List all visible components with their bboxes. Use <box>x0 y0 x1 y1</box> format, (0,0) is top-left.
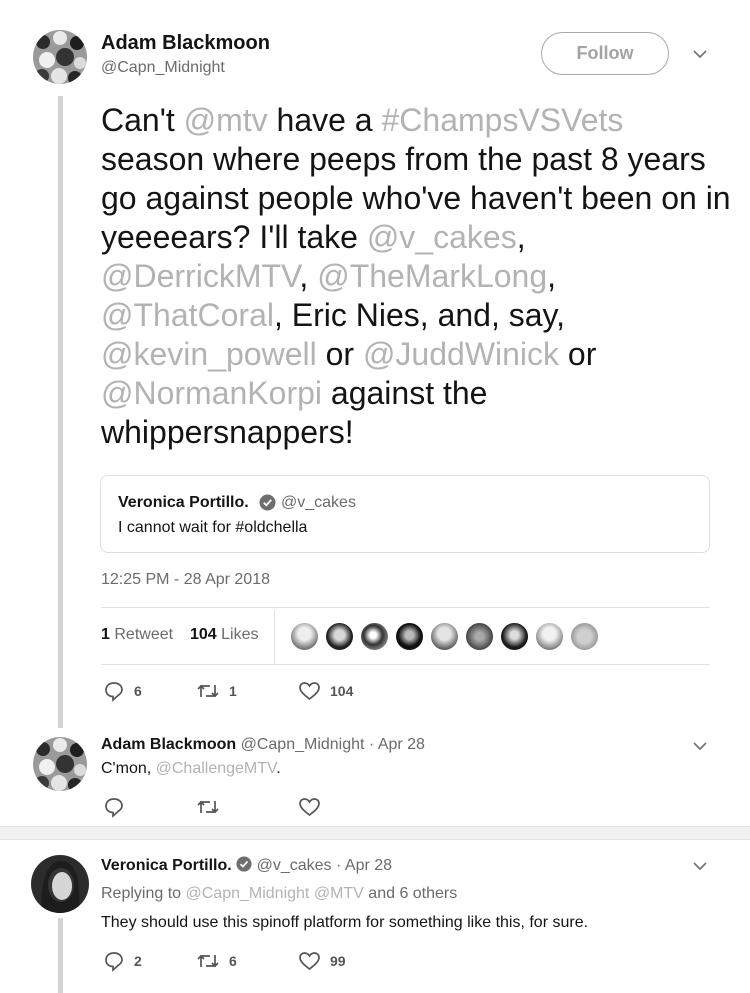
liker-avatar[interactable] <box>465 622 494 651</box>
mention-juddwinick[interactable]: @JuddWinick <box>363 336 559 372</box>
reply-author-name[interactable]: Veronica Portillo. <box>101 857 232 874</box>
stats-separator <box>274 610 275 664</box>
divider <box>101 607 710 608</box>
retweet-count: 1 <box>229 683 237 699</box>
like-button[interactable] <box>298 796 321 818</box>
chevron-down-icon[interactable] <box>692 49 708 59</box>
reply-date[interactable]: · Apr 28 <box>336 857 392 874</box>
reply-icon <box>105 682 123 702</box>
verified-icon <box>259 494 276 511</box>
liker-avatar[interactable] <box>290 622 319 651</box>
reply-text-part: . <box>276 760 281 777</box>
reply-text-part: C'mon, <box>101 760 156 777</box>
quote-text: I cannot wait for #oldchella <box>118 519 308 536</box>
liker-avatar[interactable] <box>360 622 389 651</box>
divider <box>101 664 710 665</box>
mention-mtv[interactable]: @MTV <box>314 885 364 902</box>
retweet-icon <box>197 800 219 814</box>
reply-button[interactable]: 2 <box>103 950 142 972</box>
reply-count: 6 <box>134 683 142 699</box>
likes-count: 104 <box>190 626 217 643</box>
reply-author-name[interactable]: Adam Blackmoon <box>101 736 236 753</box>
follow-button[interactable]: Follow <box>541 32 669 75</box>
author-handle[interactable]: @Capn_Midnight <box>101 59 225 77</box>
retweet-button[interactable]: 1 <box>196 680 237 702</box>
retweet-stat[interactable]: 1 Retweet <box>101 626 173 644</box>
replying-to-others[interactable]: and 6 others <box>368 885 457 902</box>
replying-to: Replying to @Capn_Midnight @MTV and 6 ot… <box>101 885 457 903</box>
tweet-text-part: or <box>559 336 597 372</box>
mention-capn-midnight[interactable]: @Capn_Midnight <box>186 885 310 902</box>
like-count: 104 <box>330 683 354 699</box>
author-name[interactable]: Adam Blackmoon <box>101 32 270 55</box>
quote-author-handle: @v_cakes <box>281 494 356 511</box>
tweet-text-part: , <box>299 258 318 294</box>
mention-derrickmtv[interactable]: @DerrickMTV <box>101 258 299 294</box>
reply-author-line: Veronica Portillo. @v_cakes · Apr 28 <box>101 856 392 875</box>
retweet-count: 1 <box>101 626 110 643</box>
chevron-down-icon[interactable] <box>692 861 708 871</box>
like-count: 99 <box>330 953 346 969</box>
replying-to-label: Replying to <box>101 885 186 902</box>
mention-themarklong[interactable]: @TheMarkLong <box>317 258 547 294</box>
reply-avatar[interactable] <box>33 737 87 791</box>
retweet-button[interactable]: 6 <box>196 950 237 972</box>
tweet-text-part: , <box>547 258 557 294</box>
reply-author-handle[interactable]: @Capn_Midnight <box>241 736 365 753</box>
heart-icon <box>299 682 320 701</box>
quote-author-name: Veronica Portillo. <box>118 494 249 511</box>
retweet-label: Retweet <box>114 626 174 643</box>
reply-count: 2 <box>134 953 142 969</box>
reply-date[interactable]: · Apr 28 <box>369 736 425 753</box>
reply-button[interactable] <box>103 796 125 818</box>
reply-text: C'mon, @ChallengeMTV. <box>101 760 281 778</box>
liker-avatar[interactable] <box>500 622 529 651</box>
mention-kevin-powell[interactable]: @kevin_powell <box>101 336 317 372</box>
liker-avatar[interactable] <box>395 622 424 651</box>
reply-icon <box>105 952 123 972</box>
chevron-down-icon[interactable] <box>692 741 708 751</box>
reply-text: They should use this spinoff platform fo… <box>101 914 589 931</box>
tweet-text-part: have a <box>267 102 382 138</box>
mention-thatcoral[interactable]: @ThatCoral <box>101 297 274 333</box>
reply-icon <box>105 798 123 818</box>
thread-line-top <box>58 96 63 728</box>
likes-stat[interactable]: 104 Likes <box>190 626 259 644</box>
liker-avatar[interactable] <box>535 622 564 651</box>
mention-mtv[interactable]: @mtv <box>184 102 268 138</box>
quoted-tweet[interactable]: Veronica Portillo. @v_cakes I cannot wai… <box>100 475 710 553</box>
reply-author-line: Adam Blackmoon @Capn_Midnight · Apr 28 <box>101 736 425 754</box>
tweet-text: Can't @mtv have a #ChampsVSVets season w… <box>101 101 731 452</box>
like-button[interactable]: 99 <box>298 950 346 972</box>
tweet-text-part: , <box>516 219 526 255</box>
tweet-text-part: or <box>316 336 363 372</box>
thread-line-bottom <box>58 918 63 993</box>
retweet-button[interactable] <box>196 796 220 818</box>
reply-button[interactable]: 6 <box>103 680 142 702</box>
tweet-text-part: Can't <box>101 102 184 138</box>
reply-author-handle[interactable]: @v_cakes <box>257 857 332 874</box>
mention-v-cakes[interactable]: @v_cakes <box>367 219 517 255</box>
verified-icon <box>236 856 252 872</box>
mention-challengemtv[interactable]: @ChallengeMTV <box>156 760 277 777</box>
heart-icon <box>299 798 320 817</box>
section-separator <box>0 826 750 840</box>
heart-icon <box>299 952 320 971</box>
mention-normankorpi[interactable]: @NormanKorpi <box>101 375 322 411</box>
reply-avatar[interactable] <box>31 855 89 913</box>
liker-avatar[interactable] <box>570 622 599 651</box>
hashtag-champsvsvets[interactable]: #ChampsVSVets <box>381 102 623 138</box>
like-button[interactable]: 104 <box>298 680 353 702</box>
avatar[interactable] <box>33 30 87 84</box>
retweet-count: 6 <box>229 953 237 969</box>
liker-avatar[interactable] <box>430 622 459 651</box>
retweet-icon <box>197 954 219 968</box>
retweet-icon <box>197 684 219 698</box>
liker-avatar[interactable] <box>325 622 354 651</box>
tweet-text-part: , Eric Nies, and, say, <box>273 297 566 333</box>
likes-label: Likes <box>221 626 259 643</box>
tweet-timestamp[interactable]: 12:25 PM - 28 Apr 2018 <box>101 571 270 589</box>
